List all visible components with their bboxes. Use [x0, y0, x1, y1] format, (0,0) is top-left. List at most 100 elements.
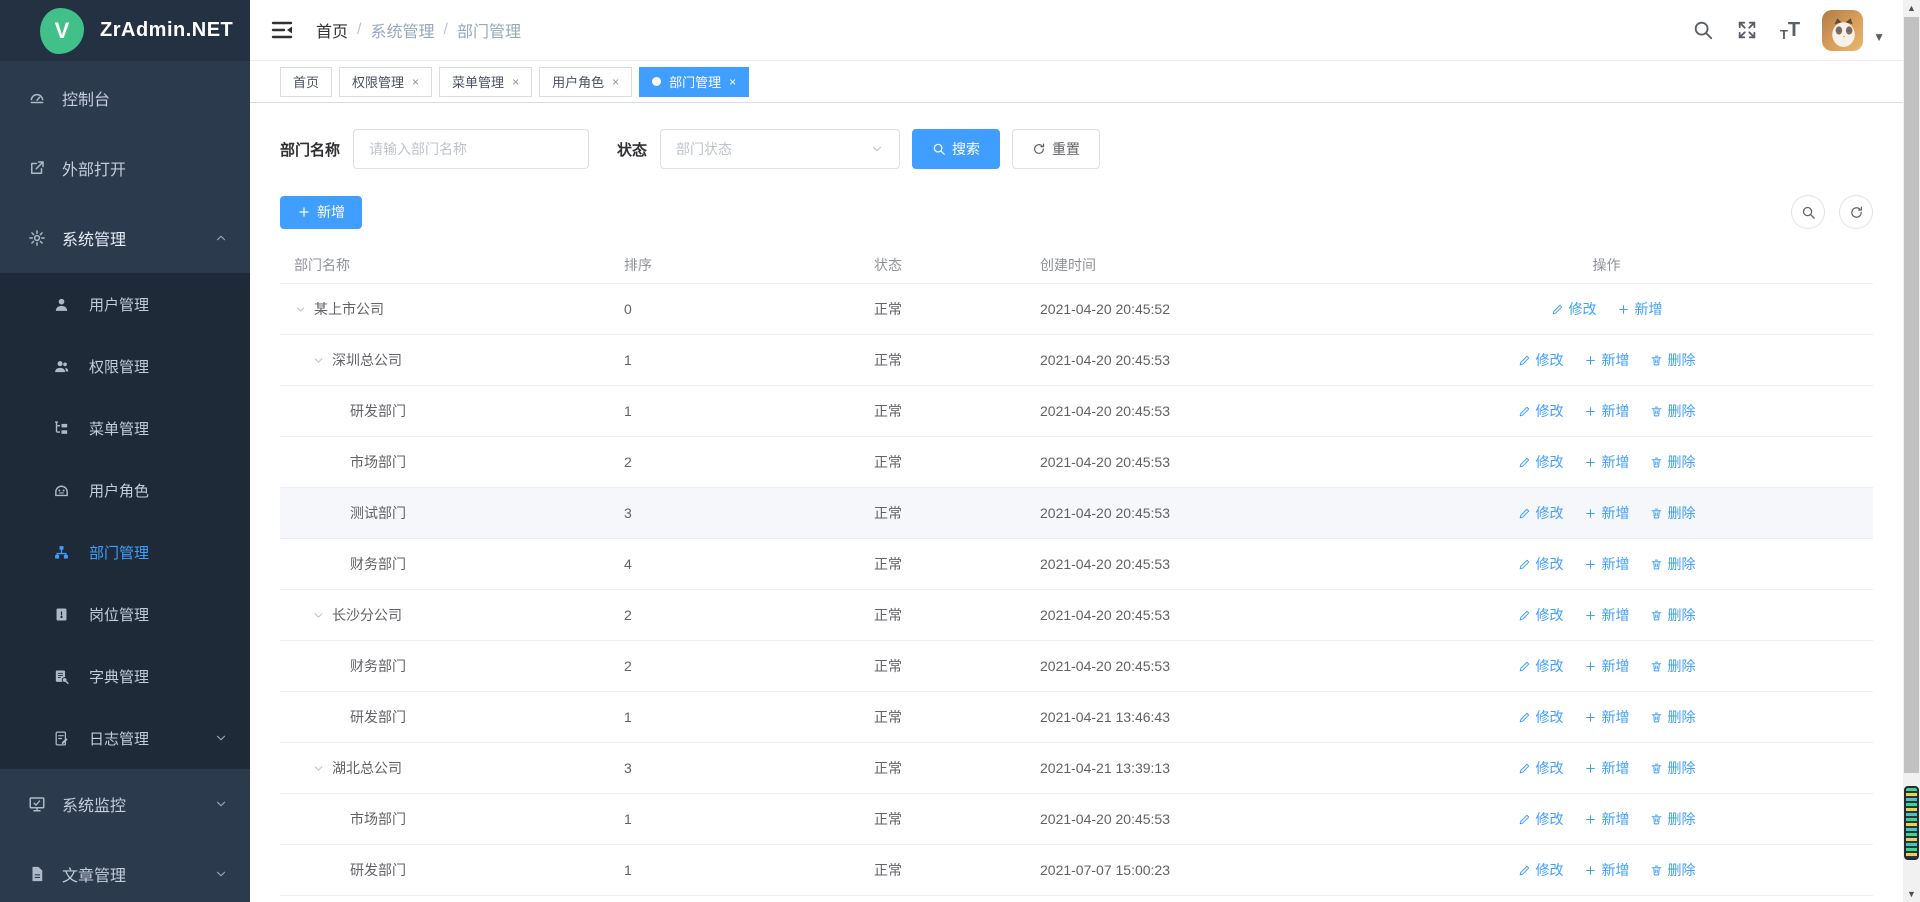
- tab-menu-management[interactable]: 菜单管理×: [439, 67, 532, 97]
- app-title: ZrAdmin.NET: [100, 19, 233, 42]
- delete-action[interactable]: 删除: [1650, 401, 1696, 421]
- reset-button[interactable]: 重置: [1012, 129, 1100, 169]
- add-action[interactable]: 新增: [1584, 809, 1630, 829]
- add-action[interactable]: 新增: [1584, 503, 1630, 523]
- add-action[interactable]: 新增: [1584, 401, 1630, 421]
- tab-user-role[interactable]: 用户角色×: [539, 67, 632, 97]
- close-icon[interactable]: ×: [612, 75, 619, 89]
- sidebar-item-department-management[interactable]: 部门管理: [0, 521, 250, 583]
- sidebar-item-dashboard[interactable]: 控制台: [0, 63, 250, 133]
- search-button[interactable]: 搜索: [912, 129, 1000, 169]
- toggle-search-button[interactable]: [1791, 195, 1825, 229]
- delete-action[interactable]: 删除: [1650, 656, 1696, 676]
- edit-action[interactable]: 修改: [1518, 605, 1564, 625]
- sort-cell: 1: [610, 403, 860, 419]
- sidebar-item-external-open[interactable]: 外部打开: [0, 133, 250, 203]
- status-select[interactable]: 部门状态: [660, 129, 900, 169]
- delete-action[interactable]: 删除: [1650, 707, 1696, 727]
- tree-expand-icon[interactable]: [312, 761, 332, 775]
- add-action[interactable]: 新增: [1584, 656, 1630, 676]
- sidebar-item-post-management[interactable]: 岗位管理: [0, 583, 250, 645]
- breadcrumb-system-management[interactable]: 系统管理: [370, 18, 434, 42]
- close-icon[interactable]: ×: [412, 75, 419, 89]
- add-action[interactable]: 新增: [1584, 758, 1630, 778]
- fullscreen-icon[interactable]: [1736, 19, 1758, 41]
- tree-expand-icon[interactable]: [294, 302, 314, 316]
- sidebar-item-article-management[interactable]: 文章管理: [0, 839, 250, 902]
- logo[interactable]: V ZrAdmin.NET: [0, 0, 250, 61]
- actions-cell: 修改新增删除: [1340, 401, 1873, 421]
- dept-name-cell: 市场部门: [280, 809, 610, 829]
- sidebar-item-user-role[interactable]: 用户角色: [0, 459, 250, 521]
- edit-action[interactable]: 修改: [1518, 503, 1564, 523]
- table-toolbar: 新增: [280, 195, 1873, 229]
- dept-name-input[interactable]: [353, 129, 589, 169]
- sidebar-item-log-management[interactable]: 日志管理: [0, 707, 250, 769]
- delete-action[interactable]: 删除: [1650, 452, 1696, 472]
- sort-cell: 4: [610, 556, 860, 572]
- breadcrumb-current: 部门管理: [457, 18, 521, 42]
- dept-name-cell: 研发部门: [280, 401, 610, 421]
- edit-action[interactable]: 修改: [1518, 656, 1564, 676]
- breadcrumb-home[interactable]: 首页: [316, 18, 348, 42]
- delete-action[interactable]: 删除: [1650, 860, 1696, 880]
- delete-action[interactable]: 删除: [1650, 605, 1696, 625]
- edit-action[interactable]: 修改: [1518, 809, 1564, 829]
- sidebar-item-system-management[interactable]: 系统管理: [0, 203, 250, 273]
- page-scrollbar[interactable]: ▲ ▼: [1903, 0, 1920, 902]
- edit-action[interactable]: 修改: [1518, 860, 1564, 880]
- search-icon: [1801, 205, 1816, 220]
- tab-permission-management[interactable]: 权限管理×: [339, 67, 432, 97]
- font-size-icon[interactable]: TT: [1780, 19, 1800, 42]
- delete-action[interactable]: 删除: [1650, 503, 1696, 523]
- dashboard-icon: [28, 89, 46, 107]
- add-action[interactable]: 新增: [1584, 860, 1630, 880]
- user-menu[interactable]: ▼: [1822, 10, 1885, 51]
- refresh-table-button[interactable]: [1839, 195, 1873, 229]
- close-icon[interactable]: ×: [512, 75, 519, 89]
- refresh-icon: [1032, 142, 1046, 156]
- status-cell: 正常: [860, 707, 1010, 727]
- add-action[interactable]: 新增: [1584, 554, 1630, 574]
- add-action[interactable]: 新增: [1584, 350, 1630, 370]
- edit-action[interactable]: 修改: [1518, 401, 1564, 421]
- tree-expand-icon[interactable]: [312, 353, 332, 367]
- close-icon[interactable]: ×: [729, 75, 736, 89]
- edit-action[interactable]: 修改: [1518, 452, 1564, 472]
- plus-icon: [1584, 507, 1597, 520]
- add-action[interactable]: 新增: [1617, 299, 1663, 319]
- avatar-cat-image: [1822, 10, 1863, 51]
- scroll-up-arrow[interactable]: ▲: [1903, 0, 1920, 16]
- sidebar-item-system-monitor[interactable]: 系统监控: [0, 769, 250, 839]
- delete-action[interactable]: 删除: [1650, 350, 1696, 370]
- delete-action[interactable]: 删除: [1650, 554, 1696, 574]
- sidebar-item-dictionary-management[interactable]: 字典管理: [0, 645, 250, 707]
- sidebar-item-menu-management[interactable]: 菜单管理: [0, 397, 250, 459]
- add-button[interactable]: 新增: [280, 196, 362, 229]
- sidebar-item-label: 岗位管理: [89, 604, 149, 625]
- add-action[interactable]: 新增: [1584, 707, 1630, 727]
- tab-department-management[interactable]: 部门管理×: [639, 67, 749, 97]
- tab-home[interactable]: 首页: [280, 67, 332, 97]
- sidebar-item-permission-management[interactable]: 权限管理: [0, 335, 250, 397]
- sidebar-collapse-icon[interactable]: [270, 18, 294, 42]
- edit-action[interactable]: 修改: [1551, 299, 1597, 319]
- col-header-sort: 排序: [610, 255, 860, 275]
- robot-icon: [53, 482, 70, 499]
- edit-action[interactable]: 修改: [1518, 758, 1564, 778]
- add-action[interactable]: 新增: [1584, 452, 1630, 472]
- edit-action[interactable]: 修改: [1518, 707, 1564, 727]
- delete-action[interactable]: 删除: [1650, 758, 1696, 778]
- scrollbar-thumb[interactable]: [1904, 17, 1919, 773]
- sidebar-item-user-management[interactable]: 用户管理: [0, 273, 250, 335]
- edit-action[interactable]: 修改: [1518, 350, 1564, 370]
- scroll-down-arrow[interactable]: ▼: [1903, 886, 1920, 902]
- dictionary-icon: [53, 668, 70, 685]
- edit-action[interactable]: 修改: [1518, 554, 1564, 574]
- tree-expand-icon[interactable]: [312, 608, 332, 622]
- edit-icon: [1551, 303, 1564, 316]
- search-icon[interactable]: [1692, 19, 1714, 41]
- avatar[interactable]: [1822, 10, 1863, 51]
- add-action[interactable]: 新增: [1584, 605, 1630, 625]
- delete-action[interactable]: 删除: [1650, 809, 1696, 829]
